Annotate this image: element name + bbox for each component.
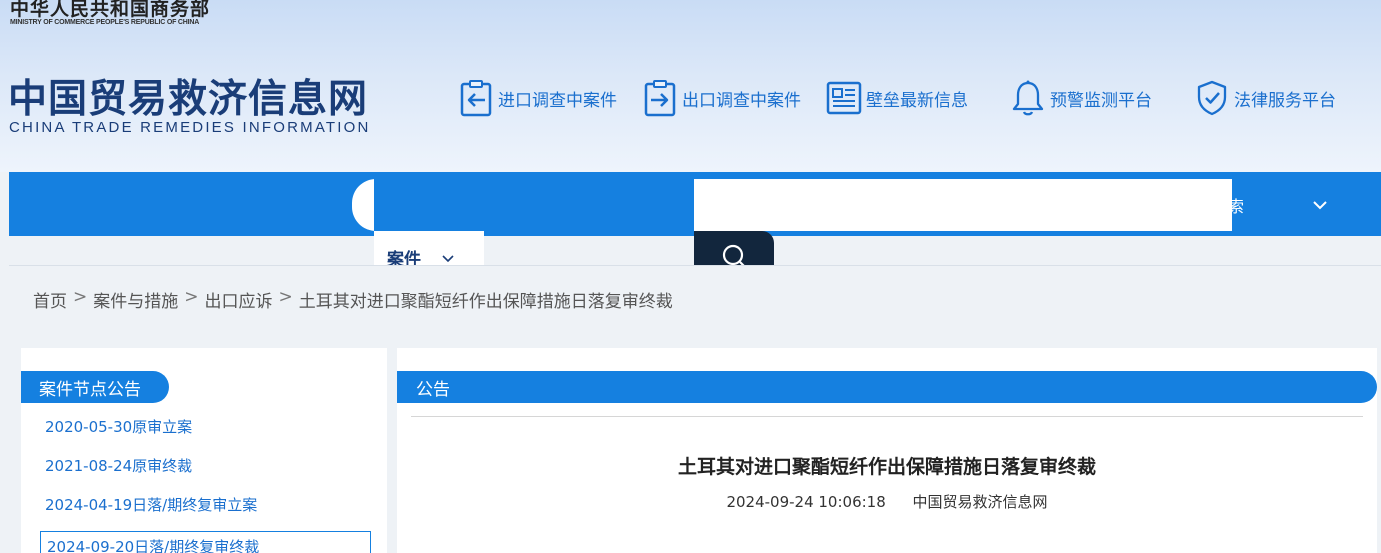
bell-icon [1010, 79, 1046, 117]
announcement-panel: 公告 土耳其对进口聚酯短纤作出保障措施日落复审终裁 2024-09-24 10:… [397, 348, 1377, 553]
breadcrumb: 首页 > 案件与措施 > 出口应诉 > 土耳其对进口聚酯短纤作出保障措施日落复审… [33, 287, 673, 312]
divider [411, 416, 1363, 417]
quick-link-import-cases[interactable]: 进口调查中案件 [458, 78, 617, 118]
breadcrumb-current: 土耳其对进口聚酯短纤作出保障措施日落复审终裁 [298, 292, 673, 312]
breadcrumb-separator: > [184, 287, 199, 307]
search-input[interactable] [694, 179, 1232, 231]
breadcrumb-separator: > [73, 287, 88, 307]
case-node-item[interactable]: 2021-08-24原审终裁 [45, 455, 192, 476]
quick-link-warning-platform[interactable]: 预警监测平台 [1010, 78, 1152, 118]
quick-link-label: 预警监测平台 [1050, 90, 1152, 111]
case-node-item[interactable]: 2024-04-19日落/期终复审立案 [45, 494, 257, 515]
breadcrumb-separator: > [278, 287, 293, 307]
article-datetime: 2024-09-24 10:06:18 [726, 493, 886, 511]
quick-link-label: 进口调查中案件 [498, 90, 617, 111]
quick-link-legal-services[interactable]: 法律服务平台 [1194, 78, 1336, 118]
site-logo-title[interactable]: 中国贸易救济信息网 [8, 68, 368, 124]
breadcrumb-cases[interactable]: 案件与措施 [93, 287, 178, 312]
announcement-section-title: 公告 [397, 371, 1377, 403]
chevron-down-icon[interactable] [1311, 197, 1329, 213]
export-document-icon [642, 79, 678, 117]
nav-spacer [374, 179, 694, 231]
import-document-icon [458, 79, 494, 117]
shield-check-icon [1194, 79, 1230, 117]
article-meta: 2024-09-24 10:06:18 中国贸易救济信息网 [397, 491, 1377, 512]
case-nodes-panel: 案件节点公告 2020-05-30原审立案 2021-08-24原审终裁 202… [21, 348, 387, 553]
ministry-name-en: MINISTRY OF COMMERCE PEOPLE'S REPUBLIC O… [10, 19, 200, 26]
quick-link-label: 壁垒最新信息 [866, 90, 968, 111]
case-node-item[interactable]: 2020-05-30原审立案 [45, 416, 192, 437]
quick-link-label: 出口调查中案件 [682, 90, 801, 111]
site-logo-subtitle: CHINA TRADE REMEDIES INFORMATION [9, 119, 371, 136]
quick-link-barrier-news[interactable]: 壁垒最新信息 [826, 78, 968, 118]
article-source: 中国贸易救济信息网 [912, 493, 1048, 511]
article-title: 土耳其对进口聚酯短纤作出保障措施日落复审终裁 [677, 456, 1096, 478]
case-nodes-title: 案件节点公告 [21, 371, 169, 403]
breadcrumb-home[interactable]: 首页 [33, 287, 67, 312]
news-list-icon [826, 79, 862, 117]
ministry-name-cn[interactable]: 中华人民共和国商务部 [10, 0, 210, 21]
search-button[interactable] [694, 231, 774, 268]
quick-link-label: 法律服务平台 [1234, 90, 1336, 111]
breadcrumb-export-response[interactable]: 出口应诉 [205, 287, 273, 312]
advanced-search-link[interactable]: 索 [1228, 193, 1252, 217]
chevron-down-icon [441, 250, 455, 264]
case-node-item-active[interactable]: 2024-09-20日落/期终复审终裁 [40, 531, 371, 553]
quick-link-export-cases[interactable]: 出口调查中案件 [642, 78, 801, 118]
site-header: 中华人民共和国商务部 MINISTRY OF COMMERCE PEOPLE'S… [0, 0, 1381, 172]
